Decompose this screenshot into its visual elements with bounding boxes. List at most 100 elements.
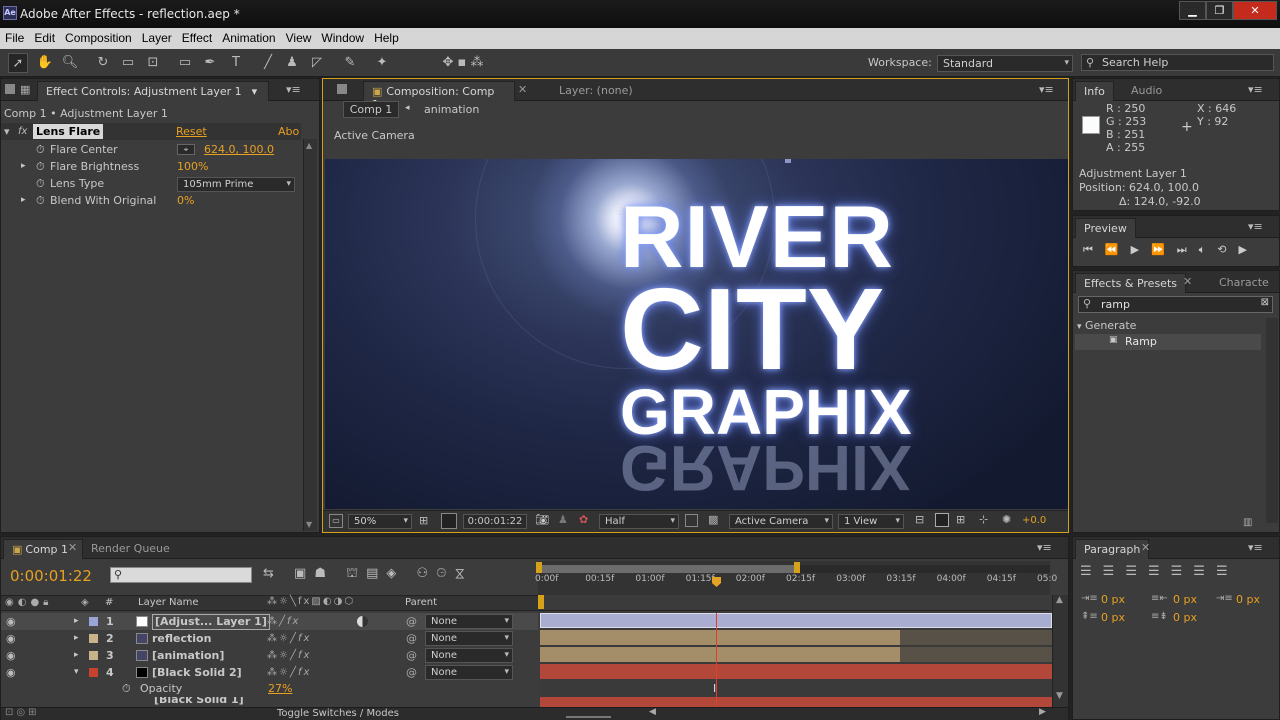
eye-icon[interactable]: ◉ xyxy=(6,664,16,681)
close-tab-icon[interactable]: ✕ xyxy=(68,541,77,554)
tab-effect-controls[interactable]: Effect Controls: Adjustment Layer 1 ▾ xyxy=(37,81,269,101)
layer-bar-3[interactable] xyxy=(540,647,900,662)
prop-value[interactable]: 0% xyxy=(177,192,194,209)
layer-switch-icons[interactable]: ⁂☼╱fx xyxy=(267,630,311,647)
expand-arrow-icon[interactable]: ▾ xyxy=(4,123,10,140)
adjustment-layer-icon[interactable] xyxy=(357,650,368,661)
timeline-icon[interactable]: ⊞ xyxy=(956,513,965,526)
parent-dropdown[interactable]: None xyxy=(425,648,513,663)
panel-menu-icon[interactable]: ▾≡ xyxy=(1248,83,1263,96)
menu-file[interactable]: File xyxy=(0,28,29,45)
lens-type-dropdown[interactable]: 105mm Prime xyxy=(177,177,295,192)
hand-tool-icon[interactable]: ✋ xyxy=(35,53,55,73)
layer-bar-1[interactable] xyxy=(540,613,1052,628)
current-time-indicator[interactable] xyxy=(712,577,721,587)
tab-audio[interactable]: Audio xyxy=(1123,81,1170,101)
stopwatch-icon[interactable]: ⏱ xyxy=(36,175,45,192)
workspace-dropdown[interactable]: Standard xyxy=(937,55,1073,72)
motion-blur-icon[interactable]: ▤ xyxy=(366,566,386,581)
expand-arrow-icon[interactable]: ▾ xyxy=(1077,322,1082,332)
effects-scrollbar[interactable] xyxy=(1266,318,1278,523)
resolution-dropdown[interactable]: Half xyxy=(599,514,679,529)
composition-canvas[interactable]: ⊕ ➚ RIVER CITY GRAPHIX GRAPHIX xyxy=(325,159,1068,509)
panel-menu-icon[interactable]: ▾≡ xyxy=(1039,83,1054,96)
eye-icon[interactable]: ◉ xyxy=(6,647,16,664)
layer-row[interactable]: ◉ ▸ 2 reflection ⁂☼╱fx @ None xyxy=(1,630,538,647)
panel-grip-icon[interactable] xyxy=(337,84,347,94)
category-generate[interactable]: ▾ Generate xyxy=(1077,319,1136,332)
indent-left-value[interactable]: 0 px xyxy=(1101,593,1125,606)
close-tab-icon[interactable]: ✕ xyxy=(1141,541,1150,554)
fx-icon[interactable]: fx xyxy=(18,123,27,140)
lock-icon[interactable]: ▦ xyxy=(20,83,30,96)
close-tab-icon[interactable]: ✕ xyxy=(518,83,527,96)
new-preset-icon[interactable]: ▥ xyxy=(1243,517,1252,528)
layer-switch-icons[interactable]: ⁂☼╱fx xyxy=(267,647,311,664)
eye-icon[interactable]: ◉ xyxy=(6,613,16,630)
align-left-icon[interactable]: ☰ xyxy=(1080,564,1103,579)
pan-behind-tool-icon[interactable]: ⊡ xyxy=(143,53,163,73)
chevron-down-icon[interactable]: ▾ xyxy=(252,85,258,98)
layer-row[interactable]: ◉ ▸ 3 [animation] ⁂☼╱fx @ None xyxy=(1,647,538,664)
timeline-bottom-icons[interactable]: ⊡◎⊞ xyxy=(5,707,39,718)
prop-value[interactable]: 100% xyxy=(177,158,208,175)
stopwatch-icon[interactable]: ⏱ xyxy=(36,158,45,175)
region-of-interest-icon[interactable] xyxy=(685,514,698,527)
rectangle-tool-icon[interactable]: ▭ xyxy=(175,53,195,73)
justify-last-right-icon[interactable]: ☰ xyxy=(1193,564,1216,579)
comp-mini-flowchart-icon[interactable]: ⇆ xyxy=(263,566,282,581)
channel-icon[interactable]: ✿ xyxy=(579,513,588,526)
safe-zones-icon[interactable]: ⊞ xyxy=(419,514,428,527)
mask-visibility-icon[interactable] xyxy=(441,513,457,529)
menu-help[interactable]: Help xyxy=(369,28,404,45)
tab-render-queue[interactable]: Render Queue xyxy=(83,539,178,559)
first-frame-icon[interactable]: ⏮ xyxy=(1083,243,1105,256)
graph-editor-icon[interactable]: ⏲ xyxy=(436,566,454,581)
justify-last-center-icon[interactable]: ☰ xyxy=(1171,564,1194,579)
flowchart-icon[interactable]: ⊹ xyxy=(979,513,988,526)
auto-keyframe-icon[interactable]: ⚇ xyxy=(417,566,437,581)
zoom-tool-icon[interactable]: 🔍︎ xyxy=(60,53,80,73)
pen-tool-icon[interactable]: ✒ xyxy=(200,53,220,73)
adjustment-layer-icon[interactable] xyxy=(357,616,368,627)
scroll-up-icon[interactable]: ▲ xyxy=(1056,595,1063,605)
panel-grip-icon[interactable] xyxy=(5,84,15,94)
audio-icon[interactable]: 🔈︎ xyxy=(1199,243,1218,256)
ram-preview-icon[interactable]: ▶ xyxy=(1239,243,1259,256)
expand-arrow-icon[interactable]: ▸ xyxy=(74,647,79,664)
panel-menu-icon[interactable]: ▾≡ xyxy=(1248,541,1263,554)
work-area-bar[interactable] xyxy=(538,565,796,573)
hide-shy-icon[interactable]: ☗ xyxy=(314,566,334,581)
panel-menu-icon[interactable]: ▾≡ xyxy=(1037,541,1052,554)
scroll-down-icon[interactable]: ▼ xyxy=(306,520,312,529)
time-navigator-start[interactable] xyxy=(538,595,544,609)
tab-composition[interactable]: ▣Composition: Comp 1▾ xyxy=(363,81,515,111)
layer-name[interactable]: [Adjust... Layer 1] xyxy=(152,614,270,630)
breadcrumb-animation[interactable]: animation xyxy=(424,103,479,116)
layer-bar-4[interactable] xyxy=(540,664,1052,679)
camera-tool-icon[interactable]: ▭ xyxy=(118,53,138,73)
reset-link[interactable]: Reset xyxy=(176,123,207,140)
expand-arrow-icon[interactable]: ▸ xyxy=(21,192,26,209)
layer-name[interactable]: [animation] xyxy=(152,647,224,664)
adjustment-layer-icon[interactable] xyxy=(357,667,368,678)
time-ruler[interactable]: 0:00f 00:15f 01:00f 01:15f 02:00f 02:15f 03:00… xyxy=(535,561,1057,595)
space-after-value[interactable]: 0 px xyxy=(1173,611,1197,624)
justify-last-left-icon[interactable]: ☰ xyxy=(1148,564,1171,579)
menu-composition[interactable]: Composition xyxy=(60,28,137,45)
rotate-tool-icon[interactable]: ↻ xyxy=(93,53,113,73)
loop-icon[interactable]: ⟲ xyxy=(1217,243,1238,256)
opacity-value[interactable]: 27% xyxy=(268,680,292,697)
stopwatch-icon[interactable]: ⏱ xyxy=(36,141,45,158)
layer-row[interactable]: ◉ ▾ 4 [Black Solid 2] ⁂☼╱fx @ None xyxy=(1,664,538,681)
next-frame-icon[interactable]: ⏩ xyxy=(1151,243,1177,256)
label-color-swatch[interactable] xyxy=(89,634,98,643)
crosshair-picker-icon[interactable]: ⌖ xyxy=(177,144,195,155)
frame-blending-icon[interactable]: ⛫ xyxy=(346,566,366,581)
previous-frame-icon[interactable]: ⏪ xyxy=(1105,243,1131,256)
label-color-swatch[interactable] xyxy=(89,651,98,660)
always-preview-icon[interactable]: ▭ xyxy=(329,514,343,528)
justify-all-icon[interactable]: ☰ xyxy=(1216,564,1239,579)
camera-view-dropdown[interactable]: Active Camera xyxy=(729,514,833,529)
last-frame-icon[interactable]: ⏭ xyxy=(1177,243,1199,256)
